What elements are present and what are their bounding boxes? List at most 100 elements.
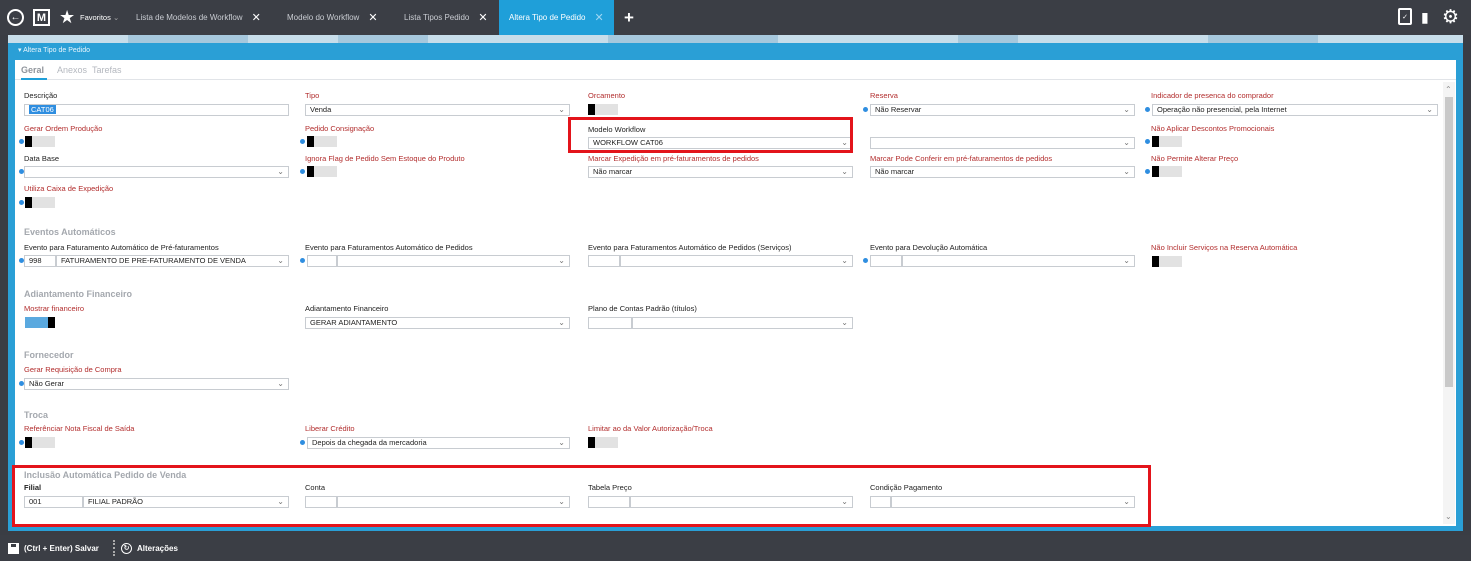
tab-label: Lista Tipos Pedido <box>404 13 470 22</box>
chat-icon[interactable]: ▮ <box>1421 9 1429 26</box>
adiantamento-select[interactable]: GERAR ADIANTAMENTO ⌄ <box>305 317 570 329</box>
chevron-down-icon: ⌄ <box>558 256 565 265</box>
blank-select[interactable]: ⌄ <box>870 137 1135 149</box>
ev1-code-input[interactable]: 998 <box>24 255 56 267</box>
info-icon[interactable] <box>19 440 24 445</box>
orcamento-toggle[interactable] <box>588 104 618 115</box>
nao-permite-toggle[interactable] <box>1152 166 1182 177</box>
eventos-section-title: Eventos Automáticos <box>24 227 116 237</box>
chevron-down-icon: ⌄ <box>277 256 284 265</box>
fornecedor-section-title: Fornecedor <box>24 350 74 360</box>
info-icon[interactable] <box>1145 139 1150 144</box>
ev5-toggle[interactable] <box>1152 256 1182 267</box>
data-base-select[interactable]: ⌄ <box>24 166 289 178</box>
changes-button[interactable]: ↻ Alterações <box>121 535 178 561</box>
gerar-req-select[interactable]: Não Gerar ⌄ <box>24 378 289 390</box>
info-icon[interactable] <box>300 169 305 174</box>
plano-code-input[interactable] <box>588 317 632 329</box>
toggle-knob <box>25 437 32 448</box>
tab-geral[interactable]: Geral <box>21 65 44 75</box>
ev1-select[interactable]: FATURAMENTO DE PRE-FATURAMENTO DE VENDA ⌄ <box>56 255 289 267</box>
ev2-select[interactable]: ⌄ <box>337 255 570 267</box>
info-icon[interactable] <box>863 258 868 263</box>
nao-permite-label: Não Permite Alterar Preço <box>1151 154 1239 163</box>
indicador-select[interactable]: Operação não presencial, pela Internet ⌄ <box>1152 104 1438 116</box>
gerar-ordem-label: Gerar Ordem Produção <box>24 124 103 133</box>
ev1-label: Evento para Faturamento Automático de Pr… <box>24 243 219 252</box>
menu-logo-icon[interactable]: M <box>33 9 50 26</box>
marcar-exped-label: Marcar Expedição em pré-faturamentos de … <box>588 154 759 163</box>
clipboard-icon[interactable]: ✓ <box>1398 8 1412 25</box>
chevron-down-icon: ⌄ <box>1123 167 1130 176</box>
liberar-credito-label: Liberar Crédito <box>305 424 355 433</box>
ignora-flag-toggle[interactable] <box>307 166 337 177</box>
mostrar-financeiro-toggle[interactable] <box>25 317 55 328</box>
referenciar-toggle[interactable] <box>25 437 55 448</box>
info-icon[interactable] <box>300 258 305 263</box>
add-tab-icon[interactable]: + <box>624 8 634 28</box>
close-icon[interactable]: ✕ <box>368 11 377 24</box>
info-icon[interactable] <box>863 107 868 112</box>
marcar-conferir-select[interactable]: Não marcar ⌄ <box>870 166 1135 178</box>
troca-section-title: Troca <box>24 410 49 420</box>
star-icon[interactable]: ★ <box>59 7 75 28</box>
info-icon[interactable] <box>19 139 24 144</box>
plano-select[interactable]: ⌄ <box>632 317 853 329</box>
marcar-conferir-label: Marcar Pode Conferir em pré-faturamentos… <box>870 154 1053 163</box>
highlight-box-inclusao <box>12 465 1151 527</box>
scroll-thumb[interactable] <box>1445 97 1453 387</box>
info-icon[interactable] <box>19 200 24 205</box>
gear-icon[interactable]: ⚙ <box>1442 6 1459 29</box>
tab-altera-tipo-pedido[interactable]: Altera Tipo de Pedido ✕ <box>499 0 614 35</box>
indicador-label: Indicador de presenca do comprador <box>1151 91 1274 100</box>
reserva-select[interactable]: Não Reservar ⌄ <box>870 104 1135 116</box>
chevron-down-icon: ⌄ <box>1123 105 1130 114</box>
close-icon[interactable]: ✕ <box>478 11 487 24</box>
changes-label: Alterações <box>137 543 178 553</box>
marcar-exped-value: Não marcar <box>593 167 633 176</box>
limitar-label: Limitar ao da Valor Autorização/Troca <box>588 424 713 433</box>
limitar-toggle[interactable] <box>588 437 618 448</box>
tipo-select[interactable]: Venda ⌄ <box>305 104 570 116</box>
vertical-scrollbar[interactable]: ⌃ ⌄ <box>1443 82 1455 524</box>
close-icon[interactable]: ✕ <box>252 11 261 24</box>
ev2-code-input[interactable] <box>307 255 337 267</box>
adiantamento-section-title: Adiantamento Financeiro <box>24 289 133 299</box>
tab-tarefas[interactable]: Tarefas <box>92 65 122 75</box>
chevron-down-icon: ⌄ <box>841 318 848 327</box>
favorites-menu[interactable]: Favoritos ⌄ <box>80 13 119 22</box>
info-icon[interactable] <box>300 440 305 445</box>
gerar-ordem-toggle[interactable] <box>25 136 55 147</box>
tab-lista-tipos-pedido[interactable]: Lista Tipos Pedido ✕ <box>394 0 498 35</box>
save-label: (Ctrl + Enter) Salvar <box>24 543 99 553</box>
utiliza-caixa-toggle[interactable] <box>25 197 55 208</box>
info-icon[interactable] <box>1145 169 1150 174</box>
marcar-exped-select[interactable]: Não marcar ⌄ <box>588 166 853 178</box>
tab-anexos[interactable]: Anexos <box>57 65 87 75</box>
tab-label: Modelo do Workflow <box>287 13 360 22</box>
reserva-label: Reserva <box>870 91 898 100</box>
save-button[interactable]: (Ctrl + Enter) Salvar <box>8 535 99 561</box>
descricao-input[interactable]: CAT06 <box>24 104 289 116</box>
info-icon[interactable] <box>300 139 305 144</box>
ev4-select[interactable]: ⌄ <box>902 255 1135 267</box>
ev4-code-input[interactable] <box>870 255 902 267</box>
plano-contas-label: Plano de Contas Padrão (títulos) <box>588 304 697 313</box>
chevron-down-icon: ⌄ <box>277 167 284 176</box>
tab-modelo-workflow[interactable]: Modelo do Workflow ✕ <box>277 0 388 35</box>
close-icon[interactable]: ✕ <box>595 11 604 24</box>
pedido-consig-toggle[interactable] <box>307 136 337 147</box>
nao-aplicar-toggle[interactable] <box>1152 136 1182 147</box>
ignora-flag-label: Ignora Flag de Pedido Sem Estoque do Pro… <box>305 154 465 163</box>
ev3-select[interactable]: ⌄ <box>620 255 853 267</box>
info-icon[interactable] <box>1145 107 1150 112</box>
liberar-credito-select[interactable]: Depois da chegada da mercadoria ⌄ <box>307 437 570 449</box>
chevron-down-icon: ⌄ <box>1123 256 1130 265</box>
descricao-label: Descrição <box>24 91 58 100</box>
chevron-down-icon: ⌄ <box>558 438 565 447</box>
ev3-code-input[interactable] <box>588 255 620 267</box>
chevron-down-icon[interactable]: ⌄ <box>1445 512 1452 521</box>
chevron-up-icon[interactable]: ⌃ <box>1445 85 1452 94</box>
tab-lista-modelos-workflow[interactable]: Lista de Modelos de Workflow ✕ <box>126 0 271 35</box>
back-icon[interactable]: ← <box>7 9 24 26</box>
